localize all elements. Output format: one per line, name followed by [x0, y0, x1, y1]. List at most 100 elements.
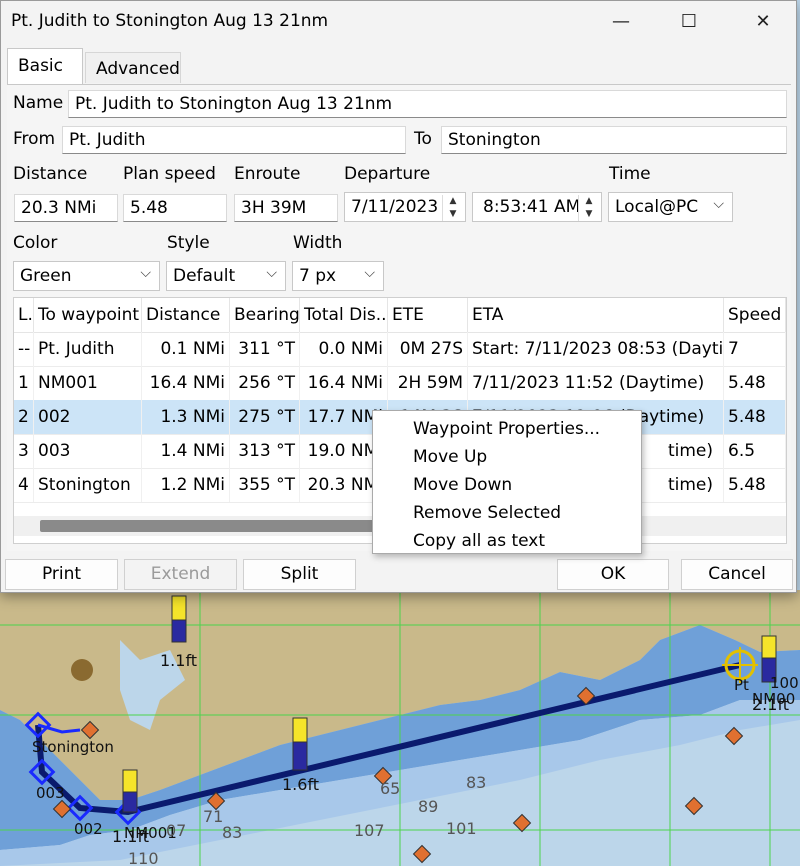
cell-total-distance: 16.4 NMi [300, 366, 388, 400]
color-label: Color [13, 233, 58, 253]
cancel-button[interactable]: Cancel [681, 559, 793, 590]
context-menu: Waypoint Properties... Move Up Move Down… [372, 410, 642, 554]
cell-waypoint: Stonington [34, 468, 142, 502]
cell-distance: 1.3 NMi [142, 400, 230, 434]
maximize-button[interactable]: ☐ [669, 7, 709, 37]
cell-total-distance: 0.0 NMi [300, 332, 388, 366]
spin-up-icon[interactable]: ▲ [579, 195, 599, 208]
enroute-field: 3H 39M [234, 194, 338, 222]
cell-waypoint: 003 [34, 434, 142, 468]
minimize-button[interactable]: — [601, 7, 641, 37]
column-header-total-distance[interactable]: Total Dis... [300, 298, 388, 332]
width-value: 7 px [299, 266, 337, 286]
column-header-ete[interactable]: ETE [388, 298, 468, 332]
chevron-down-icon: ⌵ [713, 196, 724, 212]
to-label: To [414, 129, 432, 149]
from-field[interactable]: Pt. Judith [62, 126, 406, 154]
chevron-down-icon: ⌵ [140, 265, 151, 281]
width-label: Width [293, 233, 343, 253]
color-value: Green [20, 266, 72, 286]
cell-distance: 1.2 NMi [142, 468, 230, 502]
enroute-label: Enroute [234, 164, 301, 184]
cell-bearing: 313 °T [230, 434, 300, 468]
departure-date-picker[interactable]: 7/11/2023 ▲ ▼ [344, 192, 466, 222]
cell-ete: 2H 59M [388, 366, 468, 400]
menu-item-copy-all-as-text[interactable]: Copy all as text [413, 527, 545, 555]
column-header-waypoint[interactable]: To waypoint [34, 298, 142, 332]
waypoint-label: 100 [770, 674, 799, 692]
cell-eta: Start: 7/11/2023 08:53 (Dayti... [468, 332, 724, 366]
departure-time: 8:53:41 AM [483, 197, 581, 217]
cell-waypoint: Pt. Judith [34, 332, 142, 366]
color-dropdown[interactable]: Green ⌵ [13, 261, 160, 291]
distance-field: 20.3 NMi [14, 194, 118, 222]
plan-speed-label: Plan speed [123, 164, 216, 184]
departure-date: 7/11/2023 [351, 197, 439, 217]
time-zone-value: Local@PC [615, 197, 699, 217]
plan-speed-field[interactable]: 5.48 [123, 194, 227, 222]
cell-speed: 5.48 [724, 400, 786, 434]
print-button[interactable]: Print [5, 559, 118, 590]
cell-distance: 1.4 NMi [142, 434, 230, 468]
cell-speed: 7 [724, 332, 786, 366]
waypoint-label: NM00 [752, 690, 795, 708]
waypoint-label: Pt [734, 676, 749, 694]
sounding: 65 [380, 779, 400, 798]
ok-button[interactable]: OK [557, 559, 669, 590]
window-title: Pt. Judith to Stonington Aug 13 21nm [11, 11, 329, 31]
date-spinner[interactable]: ▲ ▼ [442, 195, 463, 221]
tab-basic[interactable]: Basic [7, 48, 83, 85]
cell-leg: 3 [14, 434, 34, 468]
style-label: Style [167, 233, 210, 253]
cell-leg: 1 [14, 366, 34, 400]
cell-bearing: 275 °T [230, 400, 300, 434]
cell-ete: 0M 27S [388, 332, 468, 366]
depth-label: 1.1ft [160, 651, 197, 670]
cell-bearing: 311 °T [230, 332, 300, 366]
menu-item-move-up[interactable]: Move Up [413, 443, 487, 471]
table-row[interactable]: 1 NM001 16.4 NMi 256 °T 16.4 NMi 2H 59M … [14, 366, 786, 401]
cell-speed: 5.48 [724, 468, 786, 502]
column-header-eta[interactable]: ETA [468, 298, 724, 332]
spin-down-icon[interactable]: ▼ [443, 208, 463, 221]
tab-advanced[interactable]: Advanced [85, 52, 181, 83]
extend-button[interactable]: Extend [124, 559, 237, 590]
departure-time-picker[interactable]: 8:53:41 AM ▲ ▼ [472, 192, 602, 222]
menu-item-waypoint-properties[interactable]: Waypoint Properties... [413, 415, 600, 443]
close-button[interactable]: ✕ [743, 7, 783, 37]
sounding: 110 [128, 849, 159, 866]
time-zone-dropdown[interactable]: Local@PC ⌵ [608, 192, 733, 222]
land-feature [71, 659, 93, 681]
width-dropdown[interactable]: 7 px ⌵ [292, 261, 384, 291]
spin-up-icon[interactable]: ▲ [443, 195, 463, 208]
menu-item-remove-selected[interactable]: Remove Selected [413, 499, 561, 527]
to-field[interactable]: Stonington [441, 126, 787, 154]
name-field[interactable]: Pt. Judith to Stonington Aug 13 21nm [68, 90, 787, 118]
scrollbar-thumb[interactable] [40, 520, 390, 532]
sounding: 83 [466, 773, 486, 792]
column-header-leg[interactable]: L. [14, 298, 34, 332]
sounding: 07 [166, 821, 186, 840]
time-spinner[interactable]: ▲ ▼ [578, 195, 599, 221]
column-header-distance[interactable]: Distance [142, 298, 230, 332]
menu-item-move-down[interactable]: Move Down [413, 471, 512, 499]
style-value: Default [173, 266, 236, 286]
table-header: L. To waypoint Distance Bearing Total Di… [14, 298, 786, 333]
cell-bearing: 355 °T [230, 468, 300, 502]
waypoint-label: 003 [36, 784, 65, 802]
cell-bearing: 256 °T [230, 366, 300, 400]
table-row[interactable]: -- Pt. Judith 0.1 NMi 311 °T 0.0 NMi 0M … [14, 332, 786, 367]
column-header-bearing[interactable]: Bearing [230, 298, 300, 332]
waypoint-label: 002 [74, 820, 103, 838]
cell-speed: 5.48 [724, 366, 786, 400]
cell-leg: 4 [14, 468, 34, 502]
column-header-speed[interactable]: Speed [724, 298, 786, 332]
spin-down-icon[interactable]: ▼ [579, 208, 599, 221]
waypoint-label: Stonington [32, 738, 114, 756]
cell-distance: 0.1 NMi [142, 332, 230, 366]
title-bar[interactable]: Pt. Judith to Stonington Aug 13 21nm — ☐… [1, 1, 796, 43]
cell-leg: 2 [14, 400, 34, 434]
style-dropdown[interactable]: Default ⌵ [166, 261, 286, 291]
split-button[interactable]: Split [243, 559, 356, 590]
from-label: From [13, 129, 56, 149]
